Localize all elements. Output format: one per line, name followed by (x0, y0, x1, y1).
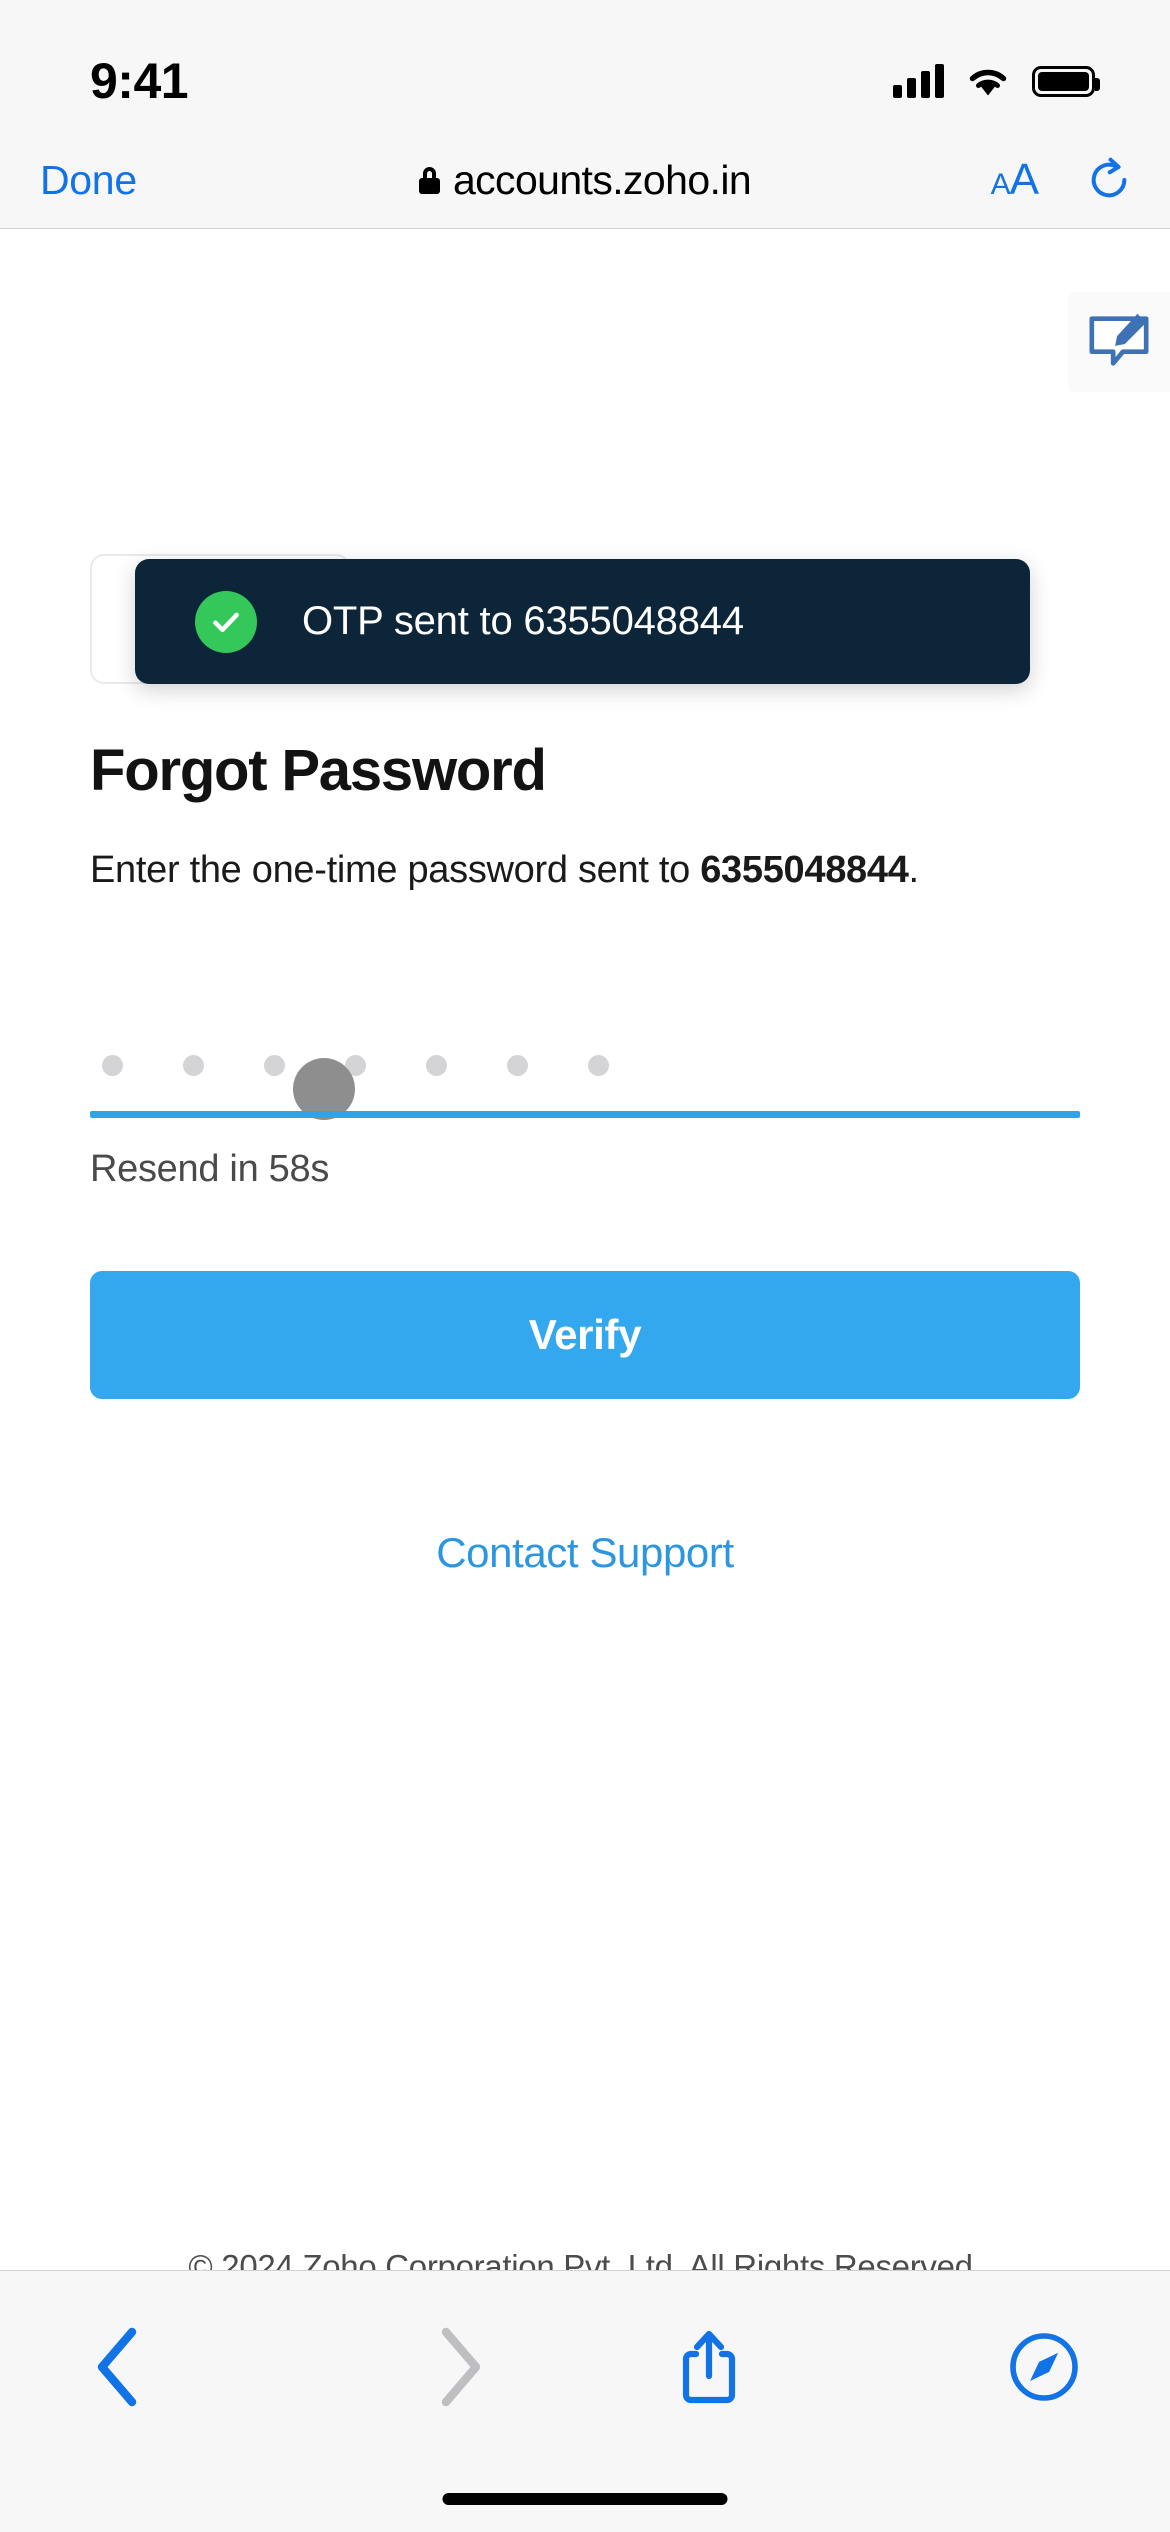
feedback-comment-pencil-icon[interactable] (1068, 292, 1170, 392)
otp-dot (588, 1054, 609, 1076)
otp-underline (90, 1111, 1080, 1119)
otp-dot-row (90, 1036, 1080, 1094)
status-bar-time: 9:41 (90, 53, 189, 109)
forward-button[interactable] (338, 2326, 586, 2408)
toast-message: OTP sent to 6355048844 (302, 599, 744, 643)
success-check-icon (195, 590, 257, 653)
back-button[interactable] (90, 2326, 338, 2408)
wifi-icon (969, 69, 1007, 95)
otp-dot (507, 1054, 528, 1076)
battery-full-icon (1032, 65, 1100, 97)
browser-top-bar: Done accounts.zoho.in AA (0, 132, 1170, 229)
url-text: accounts.zoho.in (452, 156, 752, 203)
page-title: Forgot Password (90, 738, 547, 803)
lock-icon (418, 166, 440, 194)
subtitle-suffix: . (908, 848, 920, 891)
otp-dot (426, 1054, 447, 1076)
page-subtitle: Enter the one-time password sent to 6355… (90, 845, 1080, 896)
text-size-small-a: A (990, 168, 1011, 201)
forgot-password-form: Forgot Password Enter the one-time passw… (90, 739, 1080, 1577)
verify-button[interactable]: Verify (90, 1271, 1080, 1400)
otp-input[interactable] (90, 1036, 1080, 1121)
text-size-button[interactable]: AA (990, 155, 1039, 205)
otp-success-toast: OTP sent to 6355048844 (135, 559, 1030, 684)
cellular-bars-icon (893, 64, 944, 98)
status-bar-indicators (893, 64, 1100, 98)
tabs-button[interactable] (833, 2331, 1081, 2403)
home-indicator (442, 2493, 728, 2505)
resend-timer-text: Resend in 58s (90, 1148, 330, 1191)
web-page-content: OTP sent to 6355048844 Forgot Password E… (0, 229, 1170, 2270)
subtitle-phone-number: 6355048844 (700, 848, 909, 891)
browser-bottom-toolbar (0, 2270, 1170, 2532)
reload-icon[interactable] (1086, 157, 1132, 203)
status-bar: 9:41 (0, 0, 1170, 132)
otp-dot (264, 1054, 285, 1076)
share-button[interactable] (585, 2328, 833, 2406)
footer-copyright: © 2024 Zoho Corporation Pvt. Ltd. All Ri… (188, 2248, 982, 2270)
text-size-large-a: A (1009, 155, 1039, 204)
done-button[interactable]: Done (40, 157, 137, 204)
subtitle-prefix: Enter the one-time password sent to (90, 848, 701, 891)
otp-dot (183, 1054, 204, 1076)
support-section: Contact Support (90, 1529, 1080, 1577)
otp-dot (102, 1054, 123, 1076)
contact-support-link[interactable]: Contact Support (436, 1529, 734, 1576)
